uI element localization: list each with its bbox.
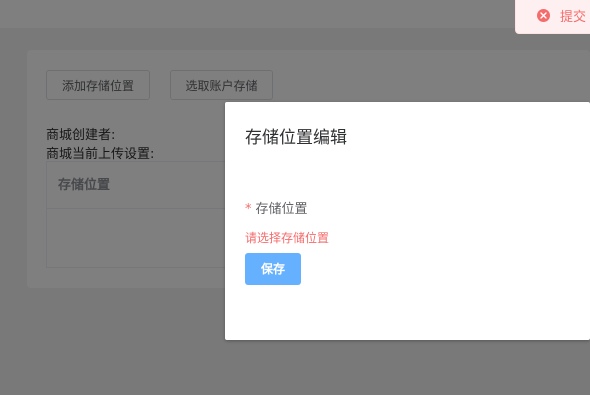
- storage-field-label-text: 存储位置: [255, 202, 308, 217]
- dialog-title: 存储位置编辑: [245, 128, 347, 148]
- error-toast: 提交: [515, 0, 590, 34]
- save-button[interactable]: 保存: [245, 253, 301, 285]
- required-mark: *: [245, 202, 252, 217]
- error-circle-icon[interactable]: [537, 8, 550, 22]
- storage-edit-dialog: 存储位置编辑 * 存储位置 请选择存储位置 保存: [225, 102, 590, 340]
- storage-field-label: * 存储位置: [245, 198, 308, 217]
- toast-message: 提交: [560, 9, 587, 25]
- storage-field-error: 请选择存储位置: [245, 231, 330, 245]
